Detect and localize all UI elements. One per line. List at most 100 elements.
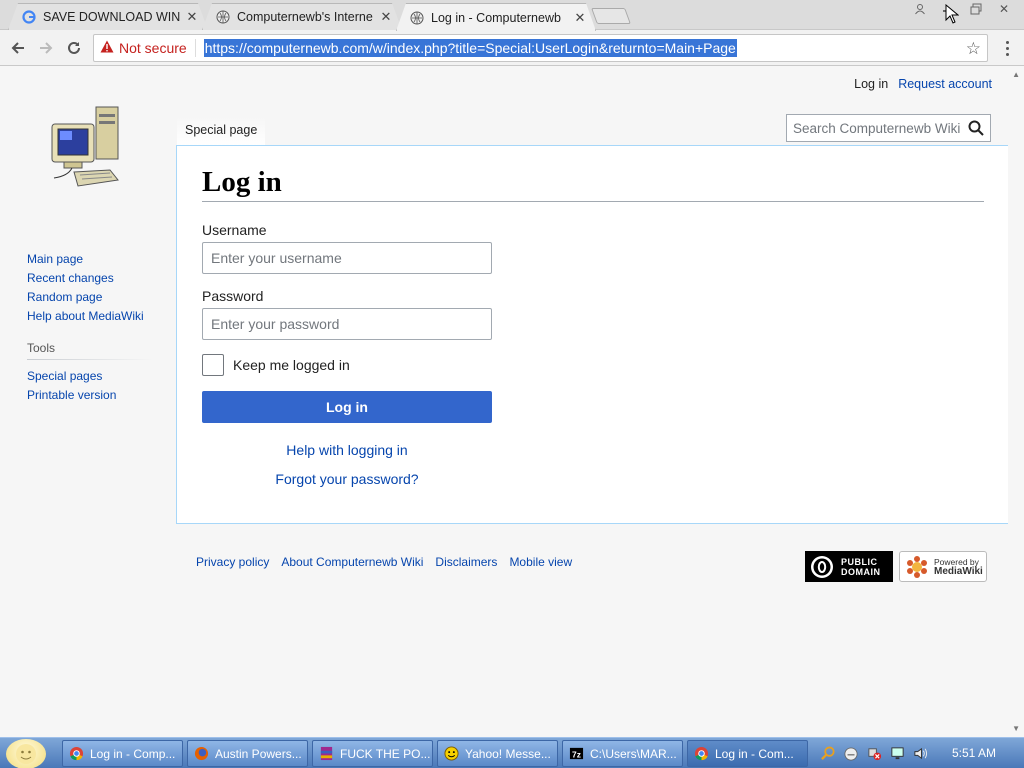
scroll-down-arrow-icon[interactable]: ▼ [1012,724,1020,733]
login-submit-button[interactable]: Log in [202,391,492,423]
emoji-tray-icon[interactable] [843,746,859,762]
tab-title: SAVE DOWNLOAD WIND [43,10,181,24]
wiki-globe-icon [409,10,425,26]
personal-tools: Log in Request account [854,77,992,91]
volume-icon[interactable] [912,746,928,762]
browser-tab[interactable]: Computernewb's Interne ✕ [202,3,402,30]
taskbar-item[interactable]: Austin Powers... [187,740,308,767]
sidebar-item-recent-changes[interactable]: Recent changes [27,271,152,290]
page-title: Log in [202,166,984,202]
chrome-icon [693,746,709,762]
wiki-logo[interactable] [50,102,126,188]
tab-title: Log in - Computernewb [431,10,561,25]
footer-privacy-link[interactable]: Privacy policy [196,555,269,569]
taskbar-item-active[interactable]: Log in - Com... [687,740,808,767]
taskbar-item-label: Yahoo! Messe... [465,746,551,761]
sidebar-tools-heading: Tools [27,341,152,360]
mw-badge-line2: MediaWiki [934,565,983,577]
reload-icon[interactable] [62,36,86,60]
sidebar-item-printable-version[interactable]: Printable version [27,388,152,407]
winrar-icon [318,746,334,762]
security-label: Not secure [119,40,187,56]
sidebar-item-help[interactable]: Help about MediaWiki [27,309,152,328]
browser-tab-active[interactable]: Log in - Computernewb ✕ [396,3,596,31]
network-warning-icon[interactable] [866,746,882,762]
windows-taskbar: Log in - Comp... Austin Powers... FUCK T… [0,737,1024,768]
public-domain-icon [811,555,833,578]
taskbar-item[interactable]: Yahoo! Messe... [437,740,558,767]
taskbar-item-label: Log in - Comp... [90,746,176,761]
mw-badge-line1: Powered by [934,556,979,567]
yahoo-messenger-icon [443,746,459,762]
footer-about-link[interactable]: About Computernewb Wiki [281,555,423,569]
chrome-icon [68,746,84,762]
sidebar-item-special-pages[interactable]: Special pages [27,369,152,388]
security-indicator[interactable]: Not secure [94,39,196,57]
restore-icon[interactable] [962,0,990,18]
remember-me-checkbox[interactable] [202,354,224,376]
pd-badge-line1: PUBLIC [841,556,878,567]
sidebar-item-random-page[interactable]: Random page [27,290,152,309]
scroll-up-arrow-icon[interactable]: ▲ [1012,70,1020,79]
taskbar-item[interactable]: FUCK THE PO... [312,740,433,767]
footer-mobile-view-link[interactable]: Mobile view [509,555,572,569]
taskbar-item-label: Austin Powers... [215,746,302,761]
url-text[interactable]: https://computernewb.com/w/index.php?tit… [203,39,737,57]
taskbar-clock[interactable]: 5:51 AM [952,746,996,760]
taskbar-item-label: FUCK THE PO... [340,746,431,761]
address-bar[interactable]: Not secure https://computernewb.com/w/in… [93,34,988,62]
sidebar: Main page Recent changes Random page Hel… [27,252,152,407]
monitor-tray-icon[interactable] [889,746,905,762]
help-logging-in-link[interactable]: Help with logging in [202,442,492,471]
firefox-icon [193,746,209,762]
forgot-password-link[interactable]: Forgot your password? [202,471,492,500]
taskbar-item-label: Log in - Com... [715,746,794,761]
search-placeholder: Search Computernewb Wiki [793,120,961,136]
wiki-page: Log in Request account Main page Recent … [0,67,1024,737]
tab-close-icon[interactable]: ✕ [185,9,199,25]
pd-badge-line2: DOMAIN [841,566,881,577]
back-arrow-icon[interactable] [6,36,30,60]
tab-special-page[interactable]: Special page [177,117,266,146]
browser-menu-icon[interactable] [1000,36,1014,60]
browser-tab-strip: SAVE DOWNLOAD WIND ✕ Computernewb's Inte… [0,0,1024,30]
7zip-icon: 7z [568,746,584,762]
google-icon [21,9,37,25]
svg-text:7z: 7z [572,749,581,759]
login-link[interactable]: Log in [854,77,888,91]
search-input[interactable]: Search Computernewb Wiki [786,114,991,142]
taskbar-item[interactable]: 7z C:\Users\MAR... [562,740,683,767]
footer-disclaimers-link[interactable]: Disclaimers [435,555,497,569]
password-label: Password [202,288,264,304]
remember-me-label[interactable]: Keep me logged in [233,357,350,373]
bookmark-star-icon[interactable]: ☆ [966,39,981,59]
taskbar-item-label: C:\Users\MAR... [590,746,677,761]
public-domain-badge[interactable]: PUBLIC DOMAIN [805,551,893,582]
mediawiki-flower-icon [907,555,927,578]
forward-arrow-icon[interactable] [34,36,58,60]
profile-icon[interactable] [906,0,934,18]
login-form: Username Password Keep me logged in Log … [202,222,492,500]
warning-triangle-icon [100,40,114,56]
close-window-icon[interactable]: ✕ [990,0,1018,18]
powered-by-mediawiki-badge[interactable]: Powered by MediaWiki [899,551,987,582]
password-input[interactable] [202,308,492,340]
wiki-globe-icon [215,9,231,25]
username-input[interactable] [202,242,492,274]
sidebar-item-main-page[interactable]: Main page [27,252,152,271]
browser-toolbar: Not secure https://computernewb.com/w/in… [0,30,1024,66]
search-magnifier-icon[interactable] [820,746,836,762]
mouse-cursor-icon [945,4,959,24]
search-icon[interactable] [968,120,984,139]
start-button[interactable] [6,739,46,768]
main-content: Log in Username Password Keep me logged … [176,145,1008,524]
request-account-link[interactable]: Request account [898,77,992,91]
browser-tab[interactable]: SAVE DOWNLOAD WIND ✕ [8,3,208,30]
username-label: Username [202,222,267,238]
footer-links: Privacy policy About Computernewb Wiki D… [196,555,572,569]
smiley-start-icon [16,744,36,764]
tab-close-icon[interactable]: ✕ [573,10,587,26]
new-tab-button[interactable] [591,8,631,24]
tab-close-icon[interactable]: ✕ [379,9,393,25]
taskbar-item[interactable]: Log in - Comp... [62,740,183,767]
